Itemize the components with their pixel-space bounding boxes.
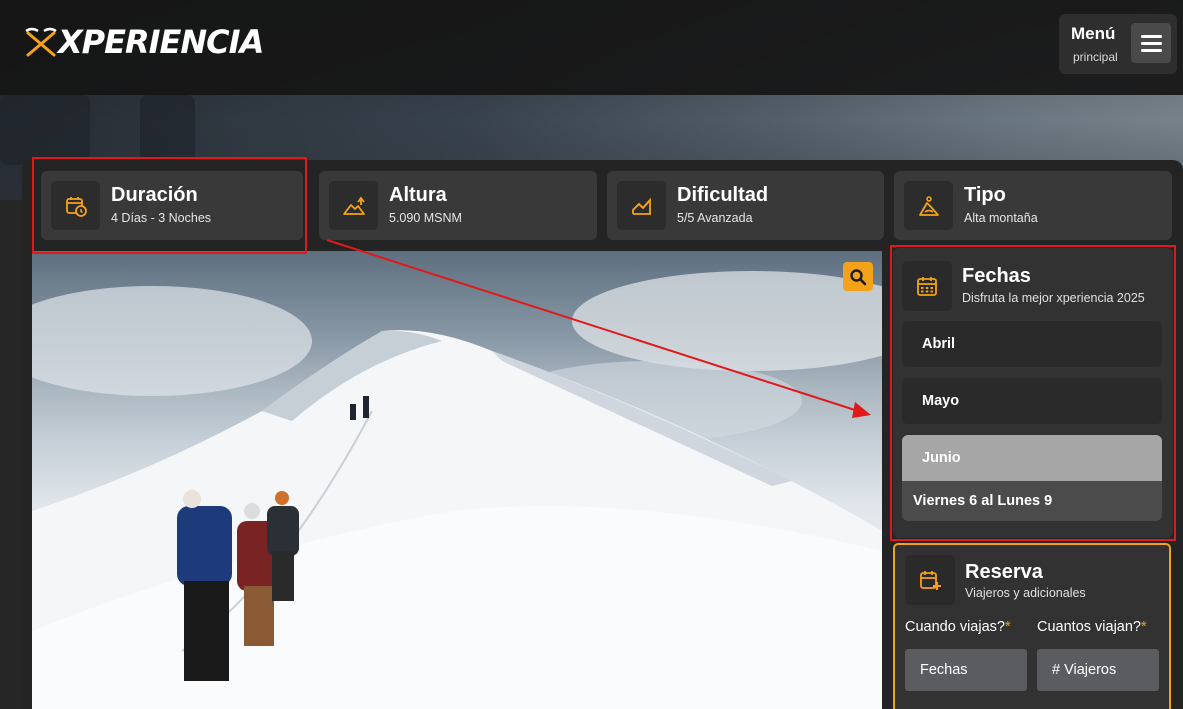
count-label-text: Cuantos viajan? xyxy=(1037,619,1141,635)
logo-wordmark: XPERIENCIA xyxy=(58,23,264,61)
when-label: Cuando viajas?* xyxy=(905,619,1011,635)
menu-label: Menú xyxy=(1071,24,1116,43)
hero-climber-silhouette xyxy=(140,95,195,165)
mountain-up-icon xyxy=(329,181,378,230)
reserva-title: Reserva xyxy=(965,561,1043,583)
climber-icon xyxy=(904,181,953,230)
annotation-highlight-fechas xyxy=(890,245,1176,541)
search-icon xyxy=(850,268,867,285)
count-label: Cuantos viajan?* xyxy=(1037,619,1147,635)
calendar-add-icon xyxy=(905,555,955,605)
stat-title: Altura xyxy=(389,184,447,206)
hamburger-icon-line xyxy=(1140,48,1162,52)
zoom-photo-button[interactable] xyxy=(843,262,873,291)
snow-summit-illustration xyxy=(32,271,882,709)
site-logo[interactable]: XPERIENCIA xyxy=(24,22,264,62)
stat-title: Tipo xyxy=(964,184,1006,206)
when-label-text: Cuando viajas? xyxy=(905,619,1005,635)
required-mark: * xyxy=(1141,619,1147,635)
stat-card-tipo: Tipo Alta montaña xyxy=(894,171,1172,240)
trip-photo[interactable] xyxy=(32,251,882,709)
top-navigation-bar: XPERIENCIA Menú principal xyxy=(0,0,1183,95)
stat-card-altura: Altura 5.090 MSNM xyxy=(319,171,597,240)
annotation-highlight-duracion xyxy=(32,157,307,254)
difficulty-chart-icon xyxy=(617,181,666,230)
hamburger-icon-line xyxy=(1140,41,1162,45)
required-mark: * xyxy=(1004,619,1011,635)
traveler-count-select[interactable]: # Viajeros xyxy=(1037,649,1159,691)
menu-sublabel: principal xyxy=(1073,50,1118,64)
reserva-subtitle: Viajeros y adicionales xyxy=(965,586,1086,600)
stat-card-dificultad: Dificultad 5/5 Avanzada xyxy=(607,171,884,240)
hamburger-menu-button[interactable] xyxy=(1131,23,1171,63)
ice-axe-logo-icon xyxy=(25,27,57,57)
hero-climber-silhouette xyxy=(0,95,90,165)
travel-date-select[interactable]: Fechas xyxy=(905,649,1027,691)
stat-value: 5/5 Avanzada xyxy=(677,211,753,225)
stat-value: Alta montaña xyxy=(964,211,1038,225)
main-menu[interactable]: Menú principal xyxy=(1059,14,1177,74)
stat-title: Dificultad xyxy=(677,184,769,206)
stat-value: 5.090 MSNM xyxy=(389,211,462,225)
hamburger-icon-line xyxy=(1140,34,1162,38)
